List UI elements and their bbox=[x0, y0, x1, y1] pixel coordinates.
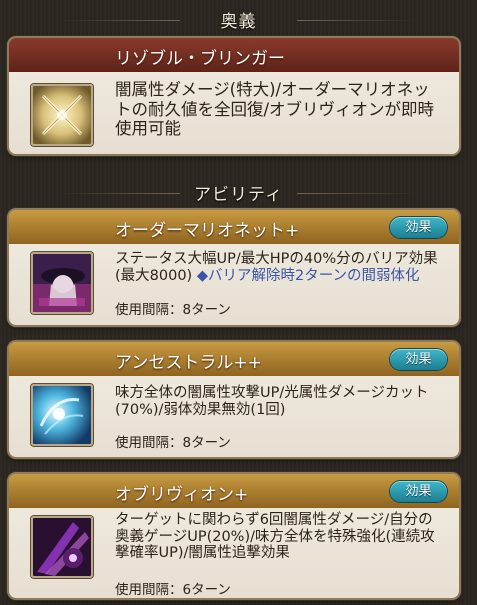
effect-button[interactable]: 効果 bbox=[390, 481, 447, 502]
ougi-description: 闇属性ダメージ(特大)/オーダーマリオネットの耐久値を全回復/オブリヴィオンが即… bbox=[115, 80, 435, 138]
ability-cooldown: 使用間隔：8ターン bbox=[115, 302, 231, 318]
effect-button[interactable]: 効果 bbox=[390, 349, 447, 370]
ougi-name: リゾブル・ブリンガー bbox=[115, 49, 285, 69]
effect-button[interactable]: 効果 bbox=[390, 217, 447, 238]
ability-name: オーダーマリオネット+ bbox=[115, 221, 300, 241]
ability-cooldown: 使用間隔：8ターン bbox=[115, 435, 231, 451]
ability-card-2[interactable]: アンセストラル++ 効果 味方全体の闇属性攻撃UP/光属性ダメージカット(70%… bbox=[9, 342, 459, 457]
ability-section-header: アビリティ bbox=[0, 180, 477, 205]
ougi-section-header: 奥義 bbox=[0, 7, 477, 32]
ability-card-1[interactable]: オーダーマリオネット+ 効果 ステータス大幅UP/最大HPの40%分のバリア効果… bbox=[9, 210, 459, 325]
ability-card-3[interactable]: オブリヴィオン+ 効果 ターゲットに関わらず6回闇属性ダメージ/自分の奥義ゲージ… bbox=[9, 474, 459, 598]
ougi-card[interactable]: リゾブル・ブリンガー 闇属性ダメージ(特大)/オーダーマリオネットの耐久値を全回… bbox=[9, 38, 459, 154]
blue-energy-icon bbox=[31, 384, 93, 446]
ability-description: 味方全体の闇属性攻撃UP/光属性ダメージカット(70%)/弱体効果無効(1回) bbox=[115, 385, 429, 418]
ability-cooldown: 使用間隔：6ターン bbox=[115, 582, 231, 598]
ability-name: オブリヴィオン+ bbox=[115, 485, 249, 505]
ability-description: ステータス大幅UP/最大HPの40%分のバリア効果(最大8000) ◆バリア解除… bbox=[115, 251, 445, 285]
ability-name: アンセストラル++ bbox=[115, 353, 262, 373]
ability-note: ◆バリア解除時2ターンの間弱体化 bbox=[196, 268, 420, 284]
ability-description: ターゲットに関わらず6回闇属性ダメージ/自分の奥義ゲージUP(20%)/味方全体… bbox=[115, 512, 435, 561]
dark-strike-icon bbox=[31, 516, 93, 578]
marionette-portrait-icon bbox=[31, 252, 93, 314]
crossed-swords-icon bbox=[31, 84, 93, 146]
